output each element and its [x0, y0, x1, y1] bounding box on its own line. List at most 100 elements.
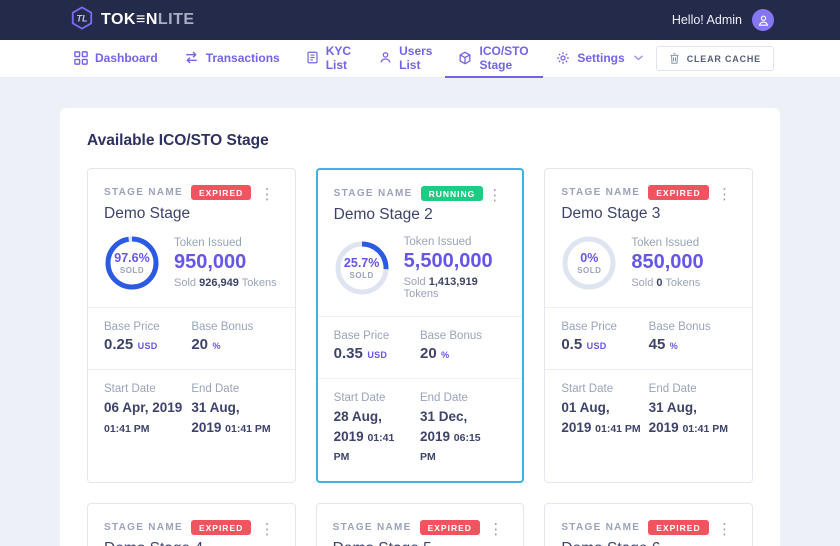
- base-price-value: 0.5 USD: [561, 336, 640, 354]
- tokenlite-logo-icon: TL: [70, 6, 94, 35]
- brand-logo[interactable]: TL TOK≡NLITE: [70, 6, 195, 35]
- status-badge: EXPIRED: [420, 520, 480, 535]
- sold-progress-ring: 25.7% SOLD: [334, 240, 390, 296]
- date-row: Start Date 01 Aug, 2019 01:41 PM End Dat…: [545, 369, 752, 452]
- nav-item-label: Dashboard: [95, 51, 158, 65]
- stage-card: STAGE NAME EXPIRED Demo Stage 6 ⋮ 0% SOL…: [544, 503, 753, 546]
- end-date-label: End Date: [649, 383, 728, 395]
- nav-item-transactions[interactable]: Transactions: [171, 40, 293, 78]
- sold-count: 926,949: [199, 277, 239, 289]
- token-issued-value: 850,000: [631, 251, 703, 274]
- sold-prefix: Sold: [404, 276, 426, 288]
- end-time: 01:41 PM: [225, 423, 271, 435]
- base-price-value: 0.35 USD: [334, 345, 412, 363]
- base-bonus-value: 45 %: [649, 336, 728, 354]
- nav-item-label: ICO/STO Stage: [479, 44, 530, 72]
- stage-name-label: STAGE NAME: [334, 188, 413, 199]
- base-bonus-value: 20 %: [420, 345, 498, 363]
- stage-title: Demo Stage 3: [561, 205, 708, 223]
- start-date-label: Start Date: [104, 383, 183, 395]
- nav-item-kyc-list[interactable]: KYC List: [293, 40, 366, 78]
- nav-items: Dashboard Transactions KYC List Users List I…: [74, 40, 656, 78]
- kebab-menu-icon[interactable]: ⋮: [713, 185, 736, 223]
- base-bonus-num: 45: [649, 336, 666, 353]
- sold-prefix: Sold: [631, 277, 653, 289]
- cube-icon: [458, 51, 472, 65]
- date-row: Start Date 06 Apr, 2019 01:41 PM End Dat…: [88, 369, 295, 452]
- start-time: 01:41 PM: [595, 423, 641, 435]
- start-date-value: 06 Apr, 2019 01:41 PM: [104, 398, 183, 437]
- end-date-label: End Date: [191, 383, 270, 395]
- price-row: Base Price 0.5 USD Base Bonus 45 %: [545, 307, 752, 369]
- price-row: Base Price 0.35 USD Base Bonus 20 %: [318, 316, 523, 378]
- start-date-label: Start Date: [561, 383, 640, 395]
- nav-item-label: Settings: [577, 51, 624, 65]
- sold-ring-label: SOLD: [120, 266, 144, 275]
- stage-name-label: STAGE NAME: [561, 522, 640, 533]
- sold-tokens-line: Sold 926,949 Tokens: [174, 277, 277, 289]
- start-date-value: 28 Aug, 2019 01:41 PM: [334, 407, 412, 466]
- clear-cache-label: CLEAR CACHE: [687, 54, 761, 64]
- kebab-menu-icon[interactable]: ⋮: [256, 185, 279, 223]
- nav-item-dashboard[interactable]: Dashboard: [74, 40, 171, 78]
- stage-card: STAGE NAME EXPIRED Demo Stage ⋮ 97.6% SO…: [87, 168, 296, 483]
- stage-name-label: STAGE NAME: [333, 522, 412, 533]
- status-badge: RUNNING: [421, 186, 484, 201]
- sold-progress-ring: 97.6% SOLD: [104, 235, 160, 291]
- greeting-text: Hello! Admin: [672, 13, 742, 27]
- status-badge: EXPIRED: [648, 520, 708, 535]
- end-date-value: 31 Dec, 2019 06:15 PM: [420, 407, 498, 466]
- tokens-suffix: Tokens: [404, 288, 439, 300]
- kebab-menu-icon[interactable]: ⋮: [484, 520, 507, 546]
- trash-icon: [669, 52, 680, 65]
- base-bonus-label: Base Bonus: [420, 330, 498, 342]
- nav-item-users-list[interactable]: Users List: [366, 40, 445, 78]
- users-list-icon: [379, 51, 392, 64]
- user-avatar[interactable]: [752, 9, 774, 31]
- token-issued-value: 5,500,000: [404, 250, 507, 273]
- main-nav: Dashboard Transactions KYC List Users List I…: [0, 40, 840, 78]
- base-price-unit: USD: [587, 341, 607, 351]
- start-date: 06 Apr, 2019: [104, 400, 182, 415]
- stage-name-label: STAGE NAME: [561, 187, 640, 198]
- nav-item-ico-sto-stage[interactable]: ICO/STO Stage: [445, 40, 543, 78]
- status-badge: EXPIRED: [191, 185, 251, 200]
- tokens-suffix: Tokens: [665, 277, 700, 289]
- token-issued-label: Token Issued: [174, 237, 277, 249]
- nav-item-settings[interactable]: Settings: [543, 40, 655, 78]
- base-price-value: 0.25 USD: [104, 336, 183, 354]
- date-row: Start Date 28 Aug, 2019 01:41 PM End Dat…: [318, 378, 523, 481]
- base-bonus-unit: %: [670, 341, 678, 351]
- stage-card: STAGE NAME RUNNING Demo Stage 2 ⋮ 25.7% …: [316, 168, 525, 483]
- sold-progress-ring: 0% SOLD: [561, 235, 617, 291]
- start-date-value: 01 Aug, 2019 01:41 PM: [561, 398, 640, 437]
- base-price-num: 0.5: [561, 336, 582, 353]
- base-bonus-label: Base Bonus: [191, 321, 270, 333]
- base-price-num: 0.25: [104, 336, 133, 353]
- stage-title: Demo Stage 4: [104, 540, 251, 546]
- sold-count: 1,413,919: [429, 276, 478, 288]
- stage-name-label: STAGE NAME: [104, 187, 183, 198]
- kebab-menu-icon[interactable]: ⋮: [483, 186, 506, 224]
- kebab-menu-icon[interactable]: ⋮: [713, 520, 736, 546]
- base-price-unit: USD: [138, 341, 158, 351]
- status-badge: EXPIRED: [191, 520, 251, 535]
- sold-tokens-line: Sold 1,413,919 Tokens: [404, 276, 507, 300]
- token-issued-label: Token Issued: [631, 237, 703, 249]
- brand-name: TOK≡NLITE: [101, 11, 195, 29]
- sold-tokens-line: Sold 0 Tokens: [631, 277, 703, 289]
- sold-count: 0: [656, 277, 662, 289]
- top-header: TL TOK≡NLITE Hello! Admin: [0, 0, 840, 40]
- base-bonus-unit: %: [212, 341, 220, 351]
- base-bonus-label: Base Bonus: [649, 321, 728, 333]
- kebab-menu-icon[interactable]: ⋮: [256, 520, 279, 546]
- stage-card: STAGE NAME EXPIRED Demo Stage 4 ⋮ 0% SOL…: [87, 503, 296, 546]
- start-time: 01:41 PM: [104, 423, 150, 435]
- end-time: 01:41 PM: [682, 423, 728, 435]
- sold-percent: 25.7%: [344, 256, 379, 270]
- chevron-down-icon: [634, 55, 643, 61]
- sold-percent: 0%: [580, 251, 598, 265]
- nav-item-label: KYC List: [326, 44, 353, 72]
- clear-cache-button[interactable]: CLEAR CACHE: [656, 46, 774, 71]
- price-row: Base Price 0.25 USD Base Bonus 20 %: [88, 307, 295, 369]
